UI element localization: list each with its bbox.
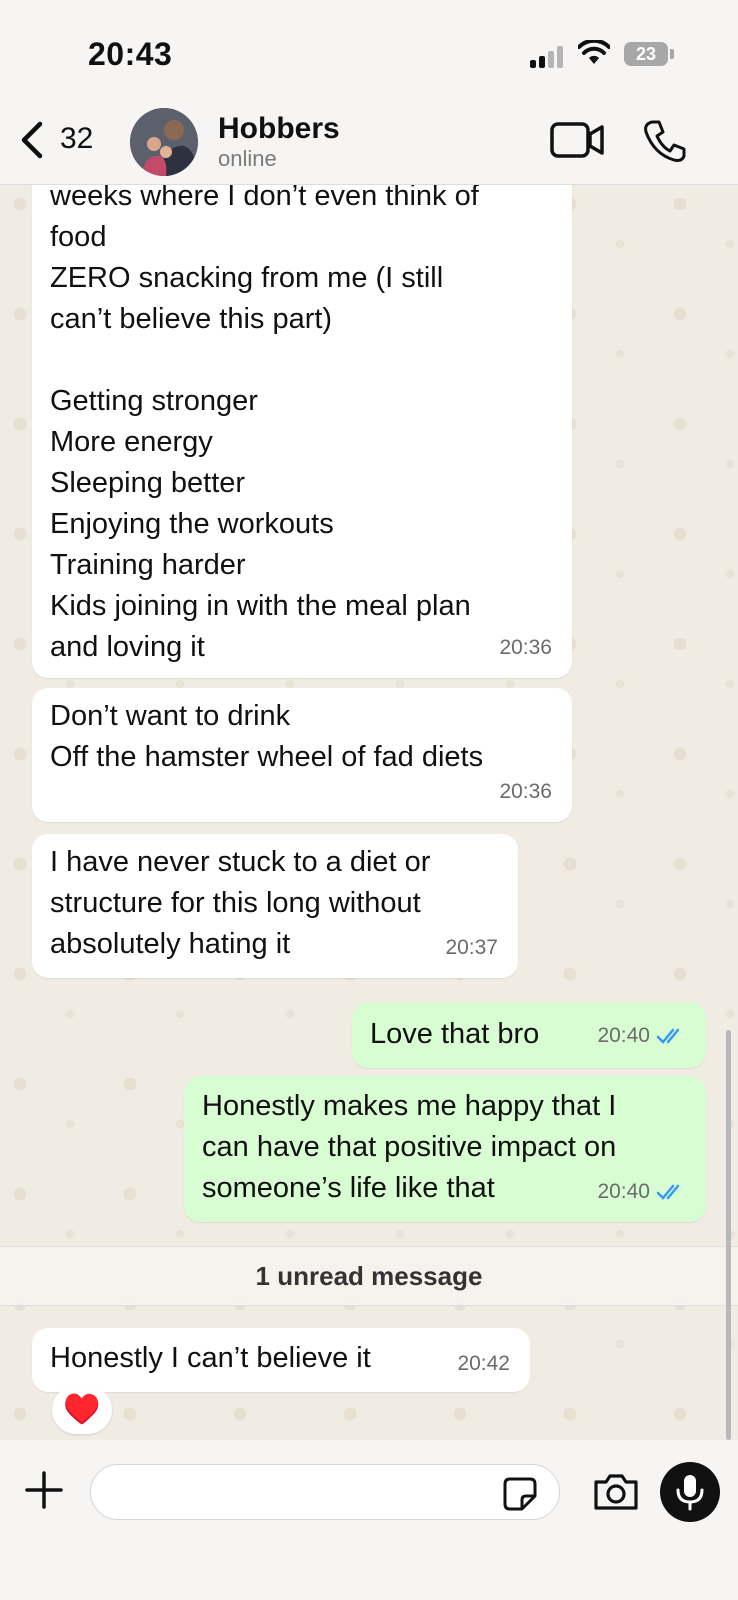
message-meta: 20:40 [597, 1171, 686, 1212]
back-chevron-icon[interactable] [14, 120, 54, 160]
phone-call-icon[interactable] [642, 118, 688, 164]
status-time: 20:43 [88, 36, 173, 72]
message-bubble-incoming[interactable]: weeks where I don’t even think of food Z… [32, 164, 572, 678]
message-bubble-outgoing[interactable]: Love that bro 20:40 [352, 1002, 706, 1068]
message-time: 20:40 [597, 1024, 650, 1047]
message-bubble-incoming[interactable]: Honestly I can’t believe it 20:42 [32, 1328, 530, 1392]
message-text: Love that bro [370, 1018, 540, 1050]
unread-divider: 1 unread message [0, 1246, 738, 1306]
chat-header-overlay: 32 Hobbers online [0, 100, 738, 185]
camera-icon[interactable] [592, 1472, 640, 1512]
message-meta: 20:36 [499, 627, 552, 668]
avatar[interactable] [130, 108, 198, 176]
message-time: 20:36 [499, 780, 552, 803]
message-bubble-outgoing[interactable]: Honestly makes me happy that I can have … [184, 1076, 706, 1222]
read-receipt-icon [656, 1028, 680, 1044]
battery-tip [670, 49, 674, 59]
read-receipt-icon [656, 1184, 680, 1200]
status-bar-overlay: 20:43 23 [0, 0, 738, 100]
message-bubble-incoming[interactable]: I have never stuck to a diet or structur… [32, 834, 518, 978]
microphone-icon [676, 1475, 704, 1511]
message-input[interactable] [90, 1464, 560, 1520]
message-text: weeks where I don’t even think of food Z… [50, 180, 479, 663]
message-text: Honestly I can’t believe it [50, 1342, 371, 1374]
avatar-photo [130, 108, 198, 176]
unread-chats-count[interactable]: 32 [60, 122, 93, 156]
message-meta: 20:37 [445, 927, 498, 968]
plus-icon[interactable] [24, 1470, 64, 1510]
message-time: 20:42 [457, 1352, 510, 1375]
message-meta: 20:42 [457, 1343, 510, 1384]
message-meta: 20:36 [499, 771, 552, 812]
message-composer [0, 1440, 738, 1600]
message-meta: 20:40 [597, 1015, 686, 1056]
message-text: Don’t want to drink Off the hamster whee… [50, 700, 484, 773]
battery-indicator: 23 [624, 42, 668, 66]
signal-icon [530, 46, 566, 68]
message-time: 20:37 [445, 936, 498, 959]
contact-name[interactable]: Hobbers [218, 112, 340, 146]
video-call-icon[interactable] [550, 120, 604, 160]
scrollbar[interactable] [726, 1030, 731, 1440]
wifi-icon [578, 40, 610, 64]
message-time: 20:40 [597, 1180, 650, 1203]
sticker-icon[interactable] [502, 1476, 538, 1512]
message-bubble-incoming[interactable]: Don’t want to drink Off the hamster whee… [32, 688, 572, 822]
microphone-button[interactable] [660, 1462, 720, 1522]
heart-reaction[interactable]: ♥️ [52, 1386, 112, 1434]
message-time: 20:36 [499, 636, 552, 659]
contact-status: online [218, 146, 277, 171]
